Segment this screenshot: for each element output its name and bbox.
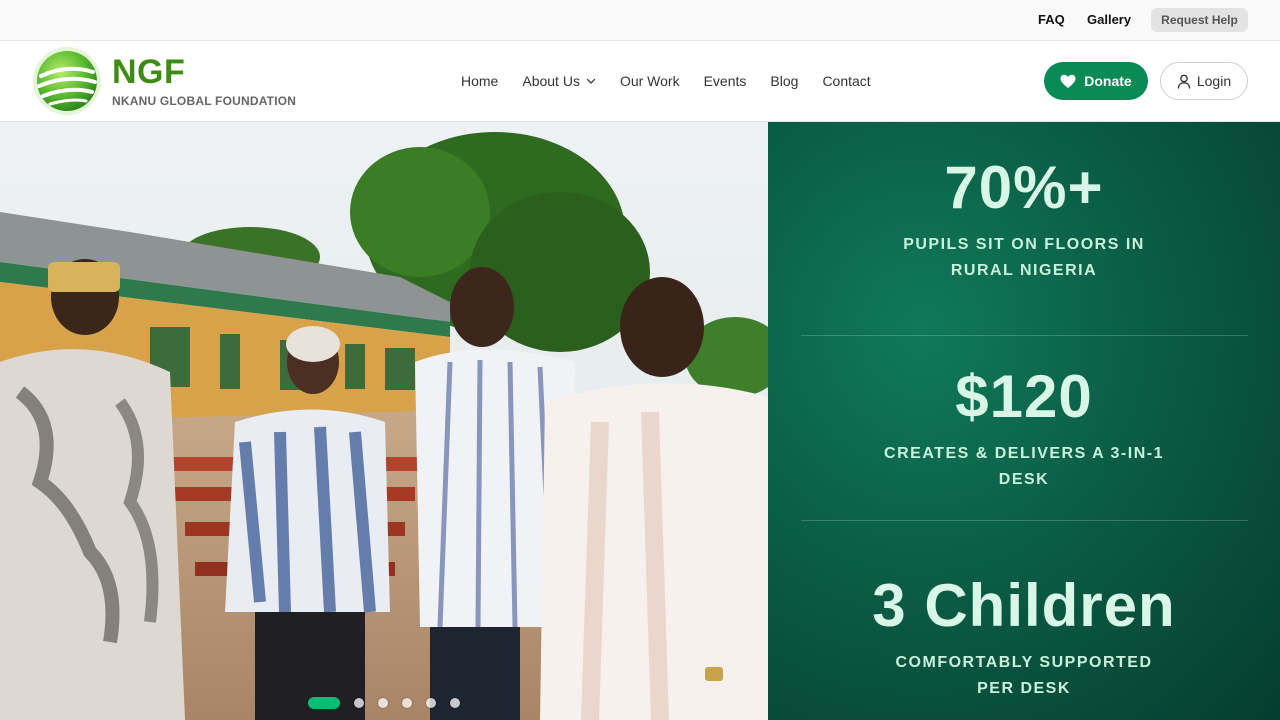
stat-caption-line: COMFORTABLY SUPPORTED xyxy=(895,654,1153,671)
site-header: NGF NKANU GLOBAL FOUNDATION Home About U… xyxy=(0,41,1280,122)
faq-link[interactable]: FAQ xyxy=(1038,12,1065,27)
utility-bar: FAQ Gallery Request Help xyxy=(0,0,1280,41)
user-icon xyxy=(1177,74,1191,89)
hero-image xyxy=(0,122,768,720)
stat-caption-line: RURAL NIGERIA xyxy=(950,262,1098,279)
gallery-link[interactable]: Gallery xyxy=(1087,12,1131,27)
stat-block: 3 Children COMFORTABLY SUPPORTED PER DES… xyxy=(768,574,1280,702)
stat-value: 70%+ xyxy=(944,154,1104,221)
stat-caption-line: CREATES & DELIVERS A 3-IN-1 xyxy=(884,445,1164,462)
login-label: Login xyxy=(1196,73,1232,89)
brand-abbr[interactable]: NGF xyxy=(112,54,185,90)
stat-caption: COMFORTABLY SUPPORTED PER DESK xyxy=(768,650,1280,702)
brand-name: NKANU GLOBAL FOUNDATION xyxy=(112,94,297,108)
heart-icon xyxy=(1060,74,1076,88)
nav-item-events[interactable]: Events xyxy=(704,73,747,89)
carousel-dot[interactable] xyxy=(426,698,436,708)
request-help-button[interactable]: Request Help xyxy=(1151,8,1248,32)
nav-item-contact[interactable]: Contact xyxy=(822,73,870,89)
carousel-dot[interactable] xyxy=(308,697,340,709)
globe-logo-icon[interactable] xyxy=(32,46,102,116)
nav-item-home[interactable]: Home xyxy=(461,73,498,89)
nav-item-label: About Us xyxy=(522,73,580,89)
carousel-dot[interactable] xyxy=(354,698,364,708)
divider xyxy=(801,520,1248,521)
stat-block: 70%+ PUPILS SIT ON FLOORS IN RURAL NIGER… xyxy=(768,156,1280,284)
nav-item-label: Our Work xyxy=(619,73,680,89)
hero-photo xyxy=(0,122,768,720)
stat-value: 3 Children xyxy=(872,572,1176,639)
stat-caption: PUPILS SIT ON FLOORS IN RURAL NIGERIA xyxy=(768,232,1280,284)
nav-item-our-work[interactable]: Our Work xyxy=(620,73,680,89)
login-button[interactable]: Login xyxy=(1160,62,1248,100)
divider xyxy=(801,335,1248,336)
stat-caption-line: PUPILS SIT ON FLOORS IN xyxy=(903,236,1145,253)
carousel-indicators xyxy=(308,697,474,709)
main-nav: Home About Us Our Work Events Blog Conta… xyxy=(461,73,871,89)
donate-label: Donate xyxy=(1084,73,1132,89)
chevron-down-icon xyxy=(586,78,596,84)
nav-item-about-us[interactable]: About Us xyxy=(522,73,596,89)
nav-item-blog[interactable]: Blog xyxy=(770,73,798,89)
impact-stats-panel: 70%+ PUPILS SIT ON FLOORS IN RURAL NIGER… xyxy=(768,122,1280,720)
nav-item-label: Blog xyxy=(770,73,799,89)
carousel-dot[interactable] xyxy=(450,698,460,708)
stat-block: $120 CREATES & DELIVERS A 3-IN-1 DESK xyxy=(768,365,1280,493)
carousel-dot[interactable] xyxy=(378,698,388,708)
nav-item-label: Events xyxy=(703,73,747,89)
donate-button[interactable]: Donate xyxy=(1044,62,1148,100)
carousel-dot[interactable] xyxy=(402,698,412,708)
stat-caption-line: PER DESK xyxy=(977,680,1071,697)
stat-caption: CREATES & DELIVERS A 3-IN-1 DESK xyxy=(768,441,1280,493)
stat-caption-line: DESK xyxy=(998,471,1050,488)
stat-value: $120 xyxy=(955,363,1093,430)
nav-item-label: Contact xyxy=(822,73,871,89)
nav-item-label: Home xyxy=(461,73,499,89)
